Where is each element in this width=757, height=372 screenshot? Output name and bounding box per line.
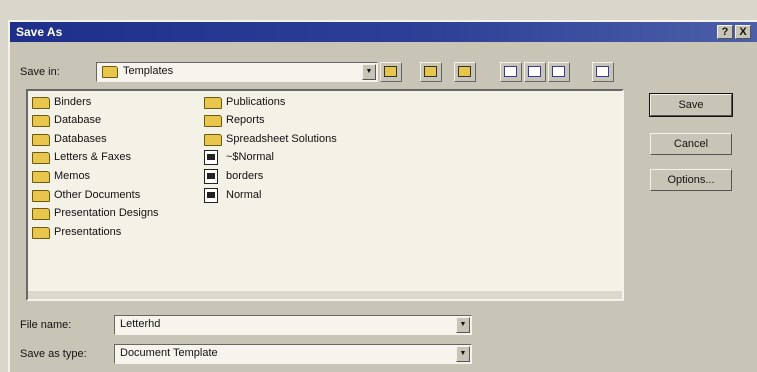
chevron-down-icon[interactable]: ▼: [456, 317, 470, 333]
folder-icon: [204, 134, 222, 146]
horizontal-scrollbar[interactable]: [28, 291, 622, 299]
save-button[interactable]: Save: [649, 93, 733, 117]
folder-icon: [204, 97, 222, 109]
file-list[interactable]: Binders Database Databases Letters & Fax…: [26, 89, 624, 301]
save-in-dropdown[interactable]: Templates ▼: [96, 62, 378, 82]
help-button[interactable]: ?: [717, 25, 733, 39]
folder-icon: [32, 134, 50, 146]
cancel-button[interactable]: Cancel: [650, 133, 732, 155]
folder-icon: [32, 190, 50, 202]
folder-icon: [32, 115, 50, 127]
details-view-icon: [528, 66, 541, 77]
list-view-icon: [504, 66, 517, 77]
folder-icon: [32, 152, 50, 164]
save-in-label: Save in:: [20, 66, 60, 78]
save-as-type-value: Document Template: [120, 347, 218, 359]
file-name-label: File name:: [20, 319, 72, 331]
folder-icon: [32, 97, 50, 109]
new-folder-icon: [458, 66, 471, 77]
chevron-down-icon[interactable]: ▼: [362, 64, 376, 80]
desktop-icon: [424, 66, 437, 77]
word-document-icon: [204, 169, 218, 184]
properties-view-button[interactable]: [548, 62, 570, 82]
folder-icon: [32, 208, 50, 220]
save-as-dialog: Save As ? X Save in: Templates ▼ Binders…: [8, 20, 757, 372]
options-button[interactable]: Options...: [650, 169, 732, 191]
chevron-down-icon[interactable]: ▼: [456, 346, 470, 362]
window-title: Save As: [16, 25, 63, 39]
new-folder-button[interactable]: [454, 62, 476, 82]
close-button[interactable]: X: [735, 25, 751, 39]
folder-icon: [32, 171, 50, 183]
details-view-button[interactable]: [524, 62, 546, 82]
up-one-level-icon: [384, 66, 397, 77]
up-one-level-button[interactable]: [380, 62, 402, 82]
save-in-value: Templates: [123, 65, 174, 77]
commands-button[interactable]: [592, 62, 614, 82]
desktop-button[interactable]: [420, 62, 442, 82]
properties-view-icon: [552, 66, 565, 77]
word-document-icon: [204, 188, 218, 203]
file-name-input[interactable]: Letterhd ▼: [114, 315, 472, 335]
save-as-type-label: Save as type:: [20, 348, 87, 360]
file-name-value: Letterhd: [120, 318, 161, 330]
list-view-button[interactable]: [500, 62, 522, 82]
word-document-icon: [204, 150, 218, 165]
folder-icon: [204, 115, 222, 127]
folder-icon: [102, 66, 118, 78]
folder-icon: [32, 227, 50, 239]
title-bar: Save As ? X: [10, 22, 757, 42]
commands-icon: [596, 66, 609, 77]
save-as-type-dropdown[interactable]: Document Template ▼: [114, 344, 472, 364]
